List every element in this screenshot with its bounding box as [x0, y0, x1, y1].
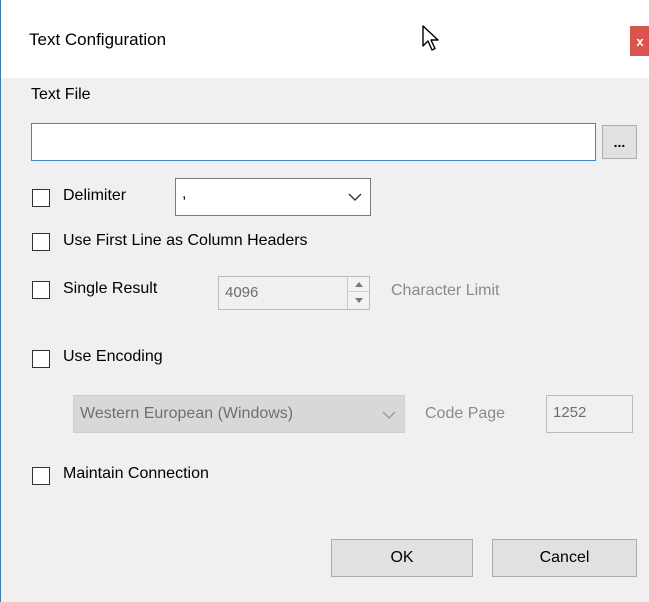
delimiter-checkbox[interactable]	[32, 189, 50, 207]
code-page-label: Code Page	[425, 405, 506, 422]
character-limit-spinner[interactable]	[347, 277, 369, 309]
first-line-headers-label: Use First Line as Column Headers	[63, 232, 308, 249]
text-file-input[interactable]	[31, 123, 596, 161]
single-result-checkbox[interactable]	[32, 281, 50, 299]
use-encoding-checkbox[interactable]	[32, 350, 50, 368]
use-encoding-label: Use Encoding	[63, 348, 163, 365]
delimiter-select-value: ,	[182, 185, 187, 202]
character-limit-label: Character Limit	[391, 282, 500, 299]
spinner-down-button[interactable]	[348, 293, 369, 308]
code-page-value: 1252	[553, 404, 587, 421]
cancel-button[interactable]: Cancel	[492, 539, 637, 577]
ok-button[interactable]: OK	[331, 539, 473, 577]
character-limit-value: 4096	[225, 284, 259, 301]
code-page-input[interactable]: 1252	[546, 395, 633, 433]
delimiter-label: Delimiter	[63, 187, 127, 204]
caret-down-icon	[354, 298, 363, 303]
chevron-down-icon	[382, 411, 396, 419]
caret-up-icon	[354, 281, 363, 287]
text-file-label: Text File	[31, 86, 91, 103]
maintain-connection-label: Maintain Connection	[63, 465, 209, 482]
maintain-connection-checkbox[interactable]	[32, 467, 50, 485]
text-configuration-dialog: Text Configuration x Text File ... Delim…	[0, 0, 649, 602]
chevron-down-icon	[348, 193, 362, 201]
title-bar[interactable]: Text Configuration x	[1, 0, 649, 78]
encoding-select[interactable]: Western European (Windows)	[73, 395, 405, 433]
first-line-headers-checkbox[interactable]	[32, 233, 50, 251]
browse-button[interactable]: ...	[602, 125, 637, 159]
single-result-label: Single Result	[63, 280, 158, 297]
encoding-select-value: Western European (Windows)	[80, 405, 294, 422]
spinner-up-button[interactable]	[348, 277, 369, 292]
window-title: Text Configuration	[29, 30, 167, 49]
close-button[interactable]: x	[630, 26, 649, 56]
delimiter-select[interactable]: ,	[175, 178, 371, 216]
mouse-cursor-icon	[422, 25, 439, 51]
